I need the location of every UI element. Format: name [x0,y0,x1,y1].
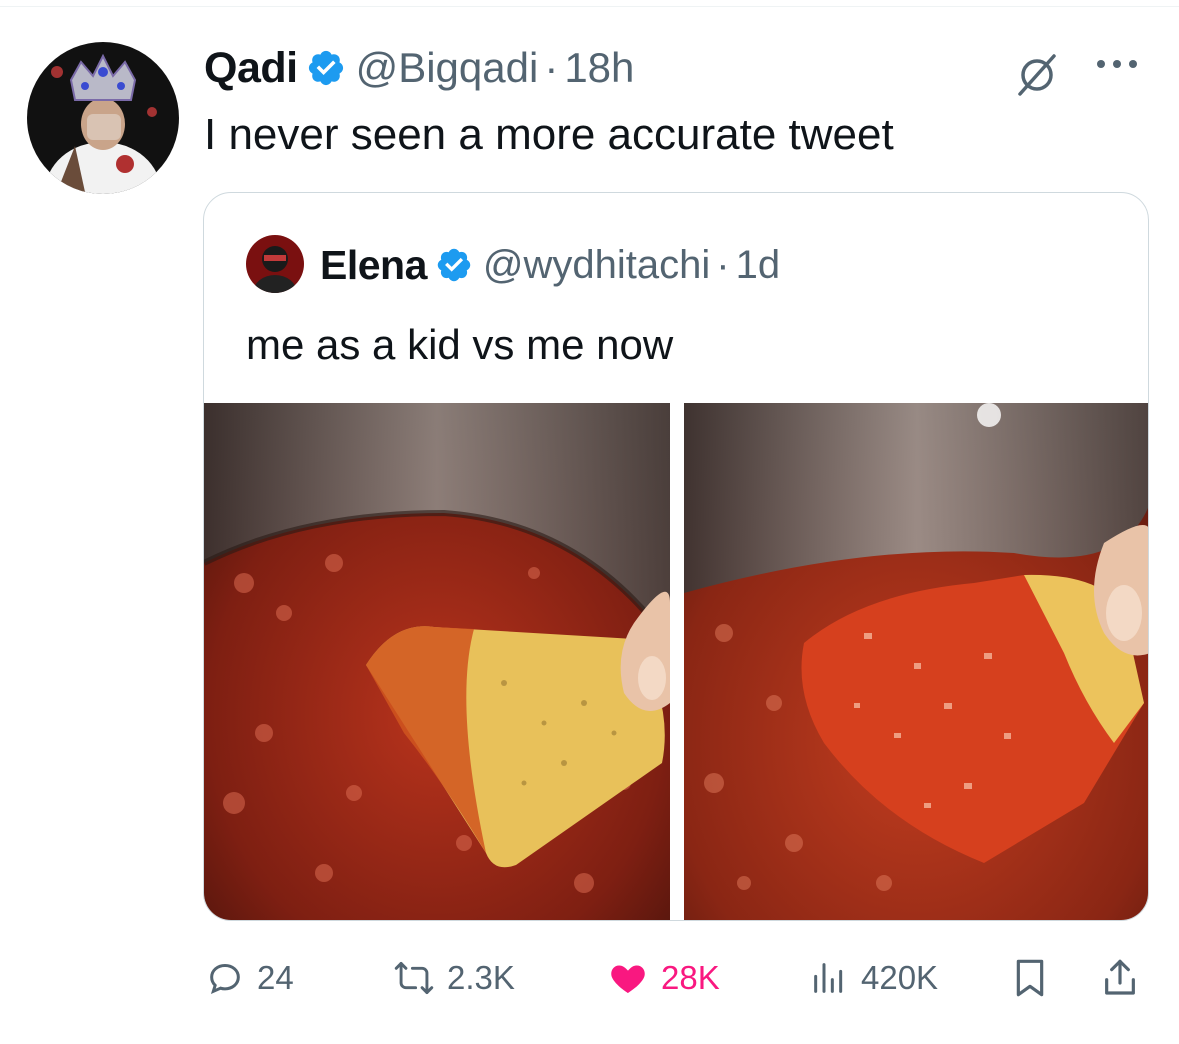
quoted-author-name[interactable]: Elena [320,242,427,289]
more-icon[interactable] [1097,52,1147,76]
media-photo-left[interactable] [204,403,670,920]
views-button[interactable]: 420K [809,950,938,1006]
tweet-header: Qadi @Bigqadi · 18h [204,40,634,96]
quoted-tweet[interactable]: Elena @wydhitachi · 1d me as a kid vs me… [203,192,1149,921]
author-handle[interactable]: @Bigqadi [356,44,539,92]
verified-badge-icon [435,246,473,284]
share-icon [1105,959,1135,995]
quoted-author-handle[interactable]: @wydhitachi [483,243,710,288]
top-divider [0,6,1179,7]
quoted-header: Elena @wydhitachi · 1d [320,237,780,293]
quoted-time[interactable]: 1d [736,243,781,288]
grok-icon[interactable] [1014,52,1060,98]
quoted-author-avatar[interactable] [246,235,304,293]
reply-icon [210,963,240,994]
media-photo-right[interactable] [684,403,1148,920]
views-count: 420K [861,959,939,996]
like-button[interactable]: 28K [607,950,720,1006]
separator-dot: · [544,44,559,91]
tweet-time[interactable]: 18h [564,44,634,92]
like-count: 28K [661,959,720,996]
media-grid [204,403,1148,920]
verified-badge-icon [306,48,346,88]
repost-icon [394,962,434,994]
bookmark-icon [1016,959,1044,997]
bookmark-button[interactable] [1010,950,1050,1006]
separator-dot: · [716,242,730,287]
reply-button[interactable]: 24 [205,950,294,1006]
action-bar: 24 2.3K 28K 420K [205,950,1145,1006]
quoted-text: me as a kid vs me now [246,321,674,368]
repost-button[interactable]: 2.3K [393,950,515,1006]
repost-count: 2.3K [447,959,515,996]
heart-icon [611,965,645,993]
reply-count: 24 [257,959,294,996]
tweet-text: I never seen a more accurate tweet [204,110,894,159]
author-name[interactable]: Qadi [204,44,298,93]
author-avatar[interactable] [27,42,179,194]
share-button[interactable] [1100,950,1140,1006]
views-icon [814,963,843,993]
